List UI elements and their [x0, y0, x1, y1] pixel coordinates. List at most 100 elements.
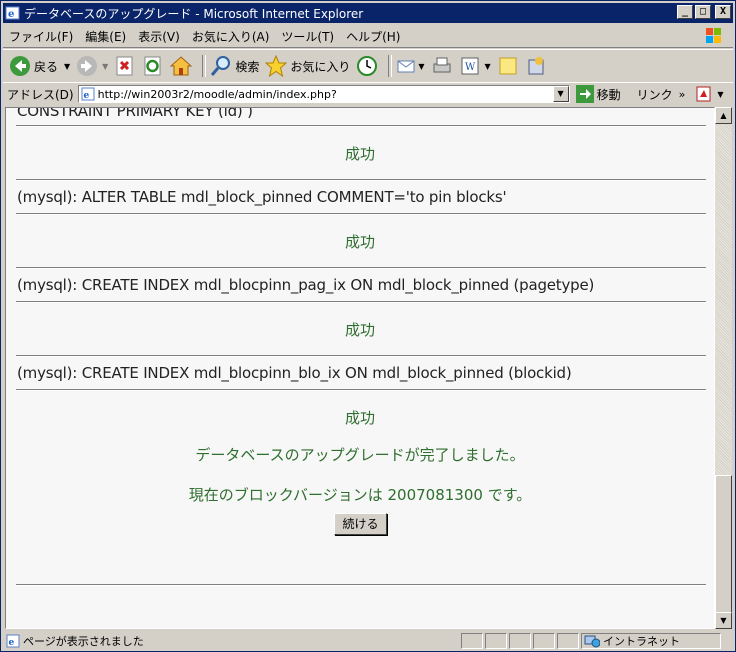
menu-edit[interactable]: 編集(E) — [79, 28, 132, 45]
home-icon — [170, 56, 193, 76]
back-arrow-icon — [10, 56, 30, 76]
mail-icon — [397, 60, 415, 73]
forward-button[interactable]: ▼ — [76, 55, 108, 77]
menu-favorites[interactable]: お気に入り(A) — [186, 28, 276, 45]
toolbar-separator — [202, 55, 207, 77]
status-panel — [533, 633, 555, 649]
discuss-button[interactable] — [497, 55, 519, 77]
address-label: アドレス(D) — [7, 87, 74, 102]
menu-bar: ファイル(F) 編集(E) 表示(V) お気に入り(A) ツール(T) ヘルプ(… — [3, 25, 733, 48]
page-done-icon: e — [6, 634, 20, 648]
forward-arrow-icon — [77, 56, 98, 76]
svg-text:e: e — [8, 9, 14, 20]
maximize-button[interactable]: □ — [695, 5, 711, 19]
pdf-dropdown-icon[interactable]: ▼ — [717, 90, 723, 99]
result-success: 成功 — [344, 145, 375, 163]
divider — [16, 584, 706, 586]
divider — [16, 355, 706, 357]
mail-button[interactable]: ▼ — [396, 55, 425, 77]
close-button[interactable]: X — [715, 5, 731, 19]
divider — [16, 389, 706, 391]
menu-help[interactable]: ヘルプ(H) — [340, 28, 406, 45]
history-icon — [357, 56, 378, 76]
refresh-icon — [144, 56, 161, 76]
menu-tools[interactable]: ツール(T) — [275, 28, 340, 45]
svg-text:e: e — [83, 91, 89, 101]
minimize-button[interactable]: _ — [677, 5, 693, 19]
mail-dropdown-icon[interactable]: ▼ — [418, 62, 424, 71]
stop-button[interactable] — [114, 55, 136, 77]
address-field[interactable]: e ▼ — [77, 85, 570, 103]
back-dropdown-icon[interactable]: ▼ — [64, 62, 70, 71]
address-dropdown-icon[interactable]: ▼ — [552, 86, 569, 102]
go-arrow-icon — [575, 85, 594, 103]
status-panel — [485, 633, 507, 649]
intranet-icon — [584, 635, 600, 648]
research-icon — [528, 57, 544, 75]
toolbar: 戻る ▼ ▼ 検索 お気に入り ▼ W ▼ — [3, 49, 733, 83]
zone-text: イントラネット — [603, 635, 680, 648]
vertical-scrollbar[interactable]: ▲ ▼ — [715, 107, 732, 629]
printer-icon — [433, 57, 451, 73]
sql-statement: (mysql): CREATE INDEX mdl_blocpinn_pag_i… — [17, 276, 595, 294]
sql-statement: CONSTRAINT PRIMARY KEY (id) ) — [17, 107, 253, 120]
result-success: 成功 — [344, 409, 375, 427]
windows-logo-icon — [706, 28, 721, 43]
url-input[interactable] — [97, 87, 548, 101]
title-bar: e データベースのアップグレード - Microsoft Internet Ex… — [3, 3, 733, 23]
sql-statement: (mysql): CREATE INDEX mdl_blocpinn_blo_i… — [17, 364, 572, 382]
forward-dropdown-icon[interactable]: ▼ — [102, 62, 108, 71]
edit-button[interactable]: W ▼ — [459, 55, 491, 77]
divider — [16, 301, 706, 303]
links-chevron-icon[interactable]: » — [679, 88, 686, 101]
note-icon — [499, 57, 517, 75]
home-button[interactable] — [170, 55, 193, 77]
star-icon — [265, 55, 288, 77]
status-panel — [461, 633, 483, 649]
svg-text:e: e — [9, 638, 15, 648]
scroll-up-icon[interactable]: ▲ — [715, 107, 732, 124]
divider — [16, 179, 706, 181]
refresh-button[interactable] — [142, 55, 164, 77]
favorites-button[interactable]: お気に入り — [265, 55, 350, 77]
result-success: 成功 — [344, 233, 375, 251]
status-panel — [509, 633, 531, 649]
menu-view[interactable]: 表示(V) — [132, 28, 186, 45]
upgrade-complete-message: データベースのアップグレードが完了しました。 — [195, 446, 525, 464]
links-label[interactable]: リンク — [637, 86, 673, 103]
pdf-tool-icon[interactable] — [695, 85, 713, 103]
go-button[interactable]: 移動 — [575, 85, 625, 103]
status-panel — [557, 633, 579, 649]
zone-panel: イントラネット — [581, 633, 721, 649]
menu-file[interactable]: ファイル(F) — [3, 28, 79, 45]
back-label: 戻る — [34, 59, 59, 74]
result-success: 成功 — [344, 321, 375, 339]
search-icon — [211, 56, 231, 76]
print-button[interactable] — [431, 55, 453, 77]
ie-icon: e — [5, 6, 20, 20]
divider — [16, 213, 706, 215]
search-button[interactable]: 検索 — [210, 55, 259, 77]
stop-icon — [116, 56, 133, 76]
status-message: e ページが表示されました — [3, 633, 459, 649]
messenger-button[interactable] — [525, 55, 547, 77]
scroll-thumb[interactable] — [715, 475, 732, 613]
edit-dropdown-icon[interactable]: ▼ — [485, 62, 491, 71]
address-bar: アドレス(D) e ▼ 移動 リンク » ▼ — [3, 82, 733, 105]
page-icon: e — [81, 87, 95, 101]
sql-statement: (mysql): ALTER TABLE mdl_block_pinned CO… — [17, 188, 507, 206]
search-label: 検索 — [235, 59, 260, 74]
scroll-down-icon[interactable]: ▼ — [715, 612, 732, 629]
divider — [16, 125, 706, 127]
word-edit-icon: W — [461, 57, 479, 75]
divider — [16, 267, 706, 269]
browser-window: e データベースのアップグレード - Microsoft Internet Ex… — [0, 0, 736, 652]
toolbar-separator — [388, 55, 393, 77]
back-button[interactable]: 戻る ▼ — [9, 55, 70, 77]
status-bar: e ページが表示されました イントラネット — [3, 631, 733, 651]
window-title: データベースのアップグレード - Microsoft Internet Expl… — [24, 6, 364, 21]
favorites-label: お気に入り — [290, 59, 351, 74]
history-button[interactable] — [356, 55, 378, 77]
continue-button[interactable]: 続ける — [334, 513, 387, 535]
block-version-message: 現在のブロックバージョンは 2007081300 です。 — [188, 486, 532, 504]
